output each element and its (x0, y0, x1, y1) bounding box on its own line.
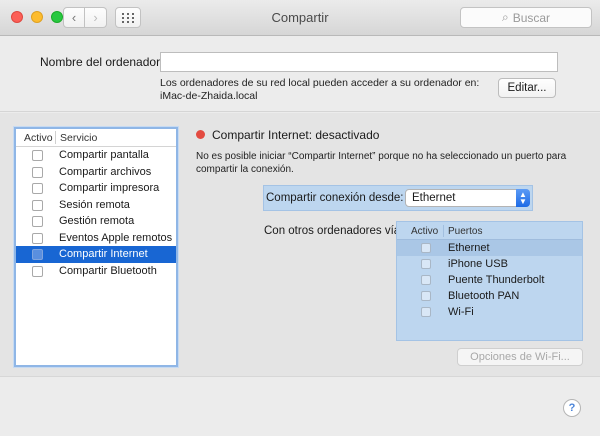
local-hostname: iMac-de-Zhaida.local (160, 90, 258, 102)
service-label: Compartir Bluetooth (59, 264, 157, 277)
wifi-options-button[interactable]: Opciones de Wi-Fi... (457, 348, 583, 366)
share-from-row: Compartir conexión desde: Ethernet ▲ ▼ (263, 185, 533, 211)
service-label: Compartir Internet (59, 248, 148, 260)
ports-active-header[interactable]: Activo (411, 226, 438, 237)
service-row-compartir-archivos[interactable]: Compartir archivos (16, 164, 176, 181)
service-checkbox[interactable] (32, 166, 43, 178)
port-label: Bluetooth PAN (448, 290, 520, 302)
column-separator (55, 131, 56, 144)
service-row-gestion-remota[interactable]: Gestión remota (16, 213, 176, 230)
local-network-info: Los ordenadores de su red local pueden a… (160, 77, 480, 89)
share-from-value: Ethernet (412, 192, 456, 204)
service-row-compartir-internet[interactable]: Compartir Internet (16, 246, 176, 263)
service-label: Gestión remota (59, 215, 135, 227)
sharing-window: ‹ › Compartir ⌕ Buscar Nombre del ordena… (0, 0, 600, 436)
service-label: Compartir impresora (59, 182, 160, 194)
help-button[interactable]: ? (563, 399, 581, 417)
service-label: Eventos Apple remotos (59, 231, 173, 244)
question-mark-icon: ? (568, 402, 576, 414)
search-icon: ⌕ (501, 10, 509, 24)
edit-hostname-button[interactable]: Editar... (498, 78, 556, 98)
service-label: Sesión remota (59, 198, 130, 211)
search-placeholder: Buscar (512, 10, 551, 25)
service-checkbox[interactable] (32, 265, 43, 277)
port-label: Ethernet (448, 242, 490, 254)
service-row-compartir-impresora[interactable]: Compartir impresora (16, 180, 176, 197)
computer-name-input[interactable] (160, 52, 558, 72)
service-checkbox[interactable] (32, 249, 43, 260)
port-checkbox[interactable] (421, 291, 431, 301)
port-checkbox[interactable] (421, 259, 431, 269)
service-label: Compartir pantalla (59, 149, 149, 161)
port-label: Wi-Fi (448, 306, 474, 318)
search-field[interactable]: ⌕ Buscar (460, 7, 592, 28)
service-checkbox[interactable] (32, 216, 43, 227)
service-list[interactable]: Activo Servicio Compartir pantalla Compa… (14, 127, 178, 367)
port-row-iphone-usb[interactable]: iPhone USB (397, 256, 582, 272)
sharing-content: Activo Servicio Compartir pantalla Compa… (0, 113, 600, 376)
column-separator (443, 225, 444, 237)
port-checkbox[interactable] (421, 243, 431, 253)
service-row-compartir-bluetooth[interactable]: Compartir Bluetooth (16, 263, 176, 280)
computer-name-section: Nombre del ordenador: Los ordenadores de… (0, 36, 600, 112)
status-indicator (196, 130, 205, 139)
service-row-compartir-pantalla[interactable]: Compartir pantalla (16, 147, 176, 164)
service-checkbox[interactable] (32, 183, 43, 194)
footer: ? (0, 376, 600, 436)
computer-name-label: Nombre del ordenador: (40, 55, 164, 69)
popup-arrows-icon: ▲ ▼ (516, 189, 530, 207)
service-list-header: Activo Servicio (16, 129, 176, 147)
port-row-bluetooth-pan[interactable]: Bluetooth PAN (397, 288, 582, 304)
to-computers-label: Con otros ordenadores vía: (264, 225, 404, 237)
service-checkbox[interactable] (32, 199, 43, 211)
titlebar: ‹ › Compartir ⌕ Buscar (0, 0, 600, 36)
service-row-eventos-apple-remotos[interactable]: Eventos Apple remotos (16, 230, 176, 247)
service-row-sesion-remota[interactable]: Sesión remota (16, 197, 176, 214)
port-row-wifi[interactable]: Wi-Fi (397, 304, 582, 320)
column-active-header[interactable]: Activo (24, 132, 53, 144)
service-checkbox[interactable] (32, 232, 43, 244)
service-checkbox[interactable] (32, 150, 43, 161)
service-status: Compartir Internet: desactivado (212, 128, 380, 142)
ports-name-header[interactable]: Puertos (448, 226, 482, 237)
port-checkbox[interactable] (421, 307, 431, 317)
service-label: Compartir archivos (59, 165, 152, 178)
port-label: Puente Thunderbolt (448, 274, 545, 286)
share-from-label: Compartir conexión desde: (266, 192, 404, 204)
column-service-header[interactable]: Servicio (60, 132, 97, 144)
port-row-ethernet[interactable]: Ethernet (397, 240, 582, 256)
service-description: No es posible iniciar “Compartir Interne… (196, 151, 567, 175)
ports-list[interactable]: Activo Puertos Ethernet iPhone USB Puent… (396, 221, 583, 341)
ports-list-header: Activo Puertos (397, 222, 582, 240)
port-checkbox[interactable] (421, 275, 431, 285)
port-row-puente-thunderbolt[interactable]: Puente Thunderbolt (397, 272, 582, 288)
port-label: iPhone USB (448, 258, 508, 270)
share-from-popup[interactable]: Ethernet ▲ ▼ (405, 189, 530, 207)
